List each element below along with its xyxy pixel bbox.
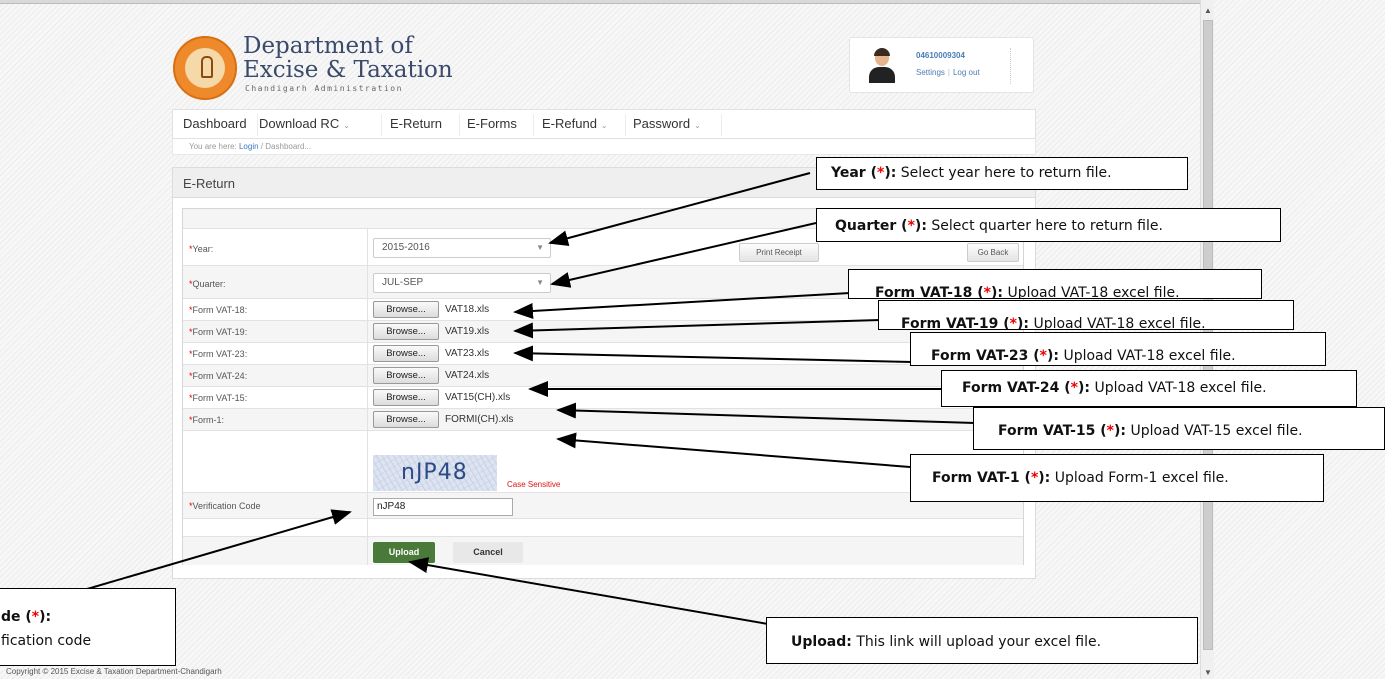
callout-upload-text: This link will upload your excel file. [851,634,1102,650]
callout-verification-line1: de (*): [1,605,175,629]
callout-vat18: Form VAT-18 (*): Upload VAT-18 excel fil… [848,269,1262,299]
arrow-upload [408,557,769,625]
callout-vat19: Form VAT-19 (*): Upload VAT-18 excel fil… [878,300,1294,330]
callout-vat15-text: Upload VAT-15 excel file. [1126,423,1303,439]
callout-upload: Upload: This link will upload your excel… [766,617,1198,664]
arrow-verification [69,509,352,595]
required-star: * [907,218,915,234]
arrow-vat19 [513,319,881,339]
callout-quarter-close: ): [914,218,927,234]
callout-quarter-title: Quarter ( [835,218,908,234]
callout-quarter: Quarter (*): Select quarter here to retu… [816,208,1281,242]
callout-verification-title: de ( [1,609,32,625]
callout-vat15-title: Form VAT-15 ( [998,423,1107,439]
callout-vat23-close: ): [1047,348,1059,364]
callout-year-text: Select year here to return file. [896,165,1112,181]
arrow-vat23 [513,345,913,363]
callout-vat24-title: Form VAT-24 ( [962,380,1071,396]
callout-verification: de (*): fication code [0,588,176,666]
callout-vat19-title: Form VAT-19 ( [901,316,1010,330]
callout-vat18-text: Upload VAT-18 excel file. [1003,285,1180,299]
required-star: * [983,285,991,299]
required-star: * [1009,316,1017,330]
callout-vat23-title: Form VAT-23 ( [931,348,1040,364]
callout-year-title: Year ( [831,165,877,181]
required-star: * [1106,423,1114,439]
arrow-vat18 [513,292,851,319]
callout-year: Year (*): Select year here to return fil… [816,157,1188,190]
callout-vat1-title: Form VAT-1 ( [932,470,1031,486]
arrow-vat1 [556,432,911,468]
callout-quarter-text: Select quarter here to return file. [926,218,1163,234]
required-star: * [1070,380,1078,396]
callout-vat1-close: ): [1038,470,1051,486]
callout-verification-close: ): [39,609,52,625]
callout-vat18-title: Form VAT-18 ( [875,285,984,299]
callout-vat23-text: Upload VAT-18 excel file. [1059,348,1236,364]
callout-vat24-text: Upload VAT-18 excel file. [1090,380,1267,396]
callout-vat24: Form VAT-24 (*): Upload VAT-18 excel fil… [941,370,1357,407]
callout-vat19-close: ): [1017,316,1029,330]
required-star: * [1039,348,1047,364]
callout-vat1: Form VAT-1 (*): Upload Form-1 excel file… [910,454,1324,502]
callout-vat23: Form VAT-23 (*): Upload VAT-18 excel fil… [910,332,1326,366]
callout-vat19-text: Upload VAT-18 excel file. [1029,316,1206,330]
callout-verification-text: fication code [1,633,92,649]
callout-vat1-text: Upload Form-1 excel file. [1050,470,1229,486]
callout-vat18-close: ): [991,285,1003,299]
callout-vat15-close: ): [1114,423,1126,439]
callout-vat15: Form VAT-15 (*): Upload VAT-15 excel fil… [973,407,1385,450]
callout-vat24-close: ): [1078,380,1090,396]
arrow-vat15 [556,402,976,424]
callout-upload-title: Upload: [791,634,852,650]
callout-year-close: ): [884,165,897,181]
